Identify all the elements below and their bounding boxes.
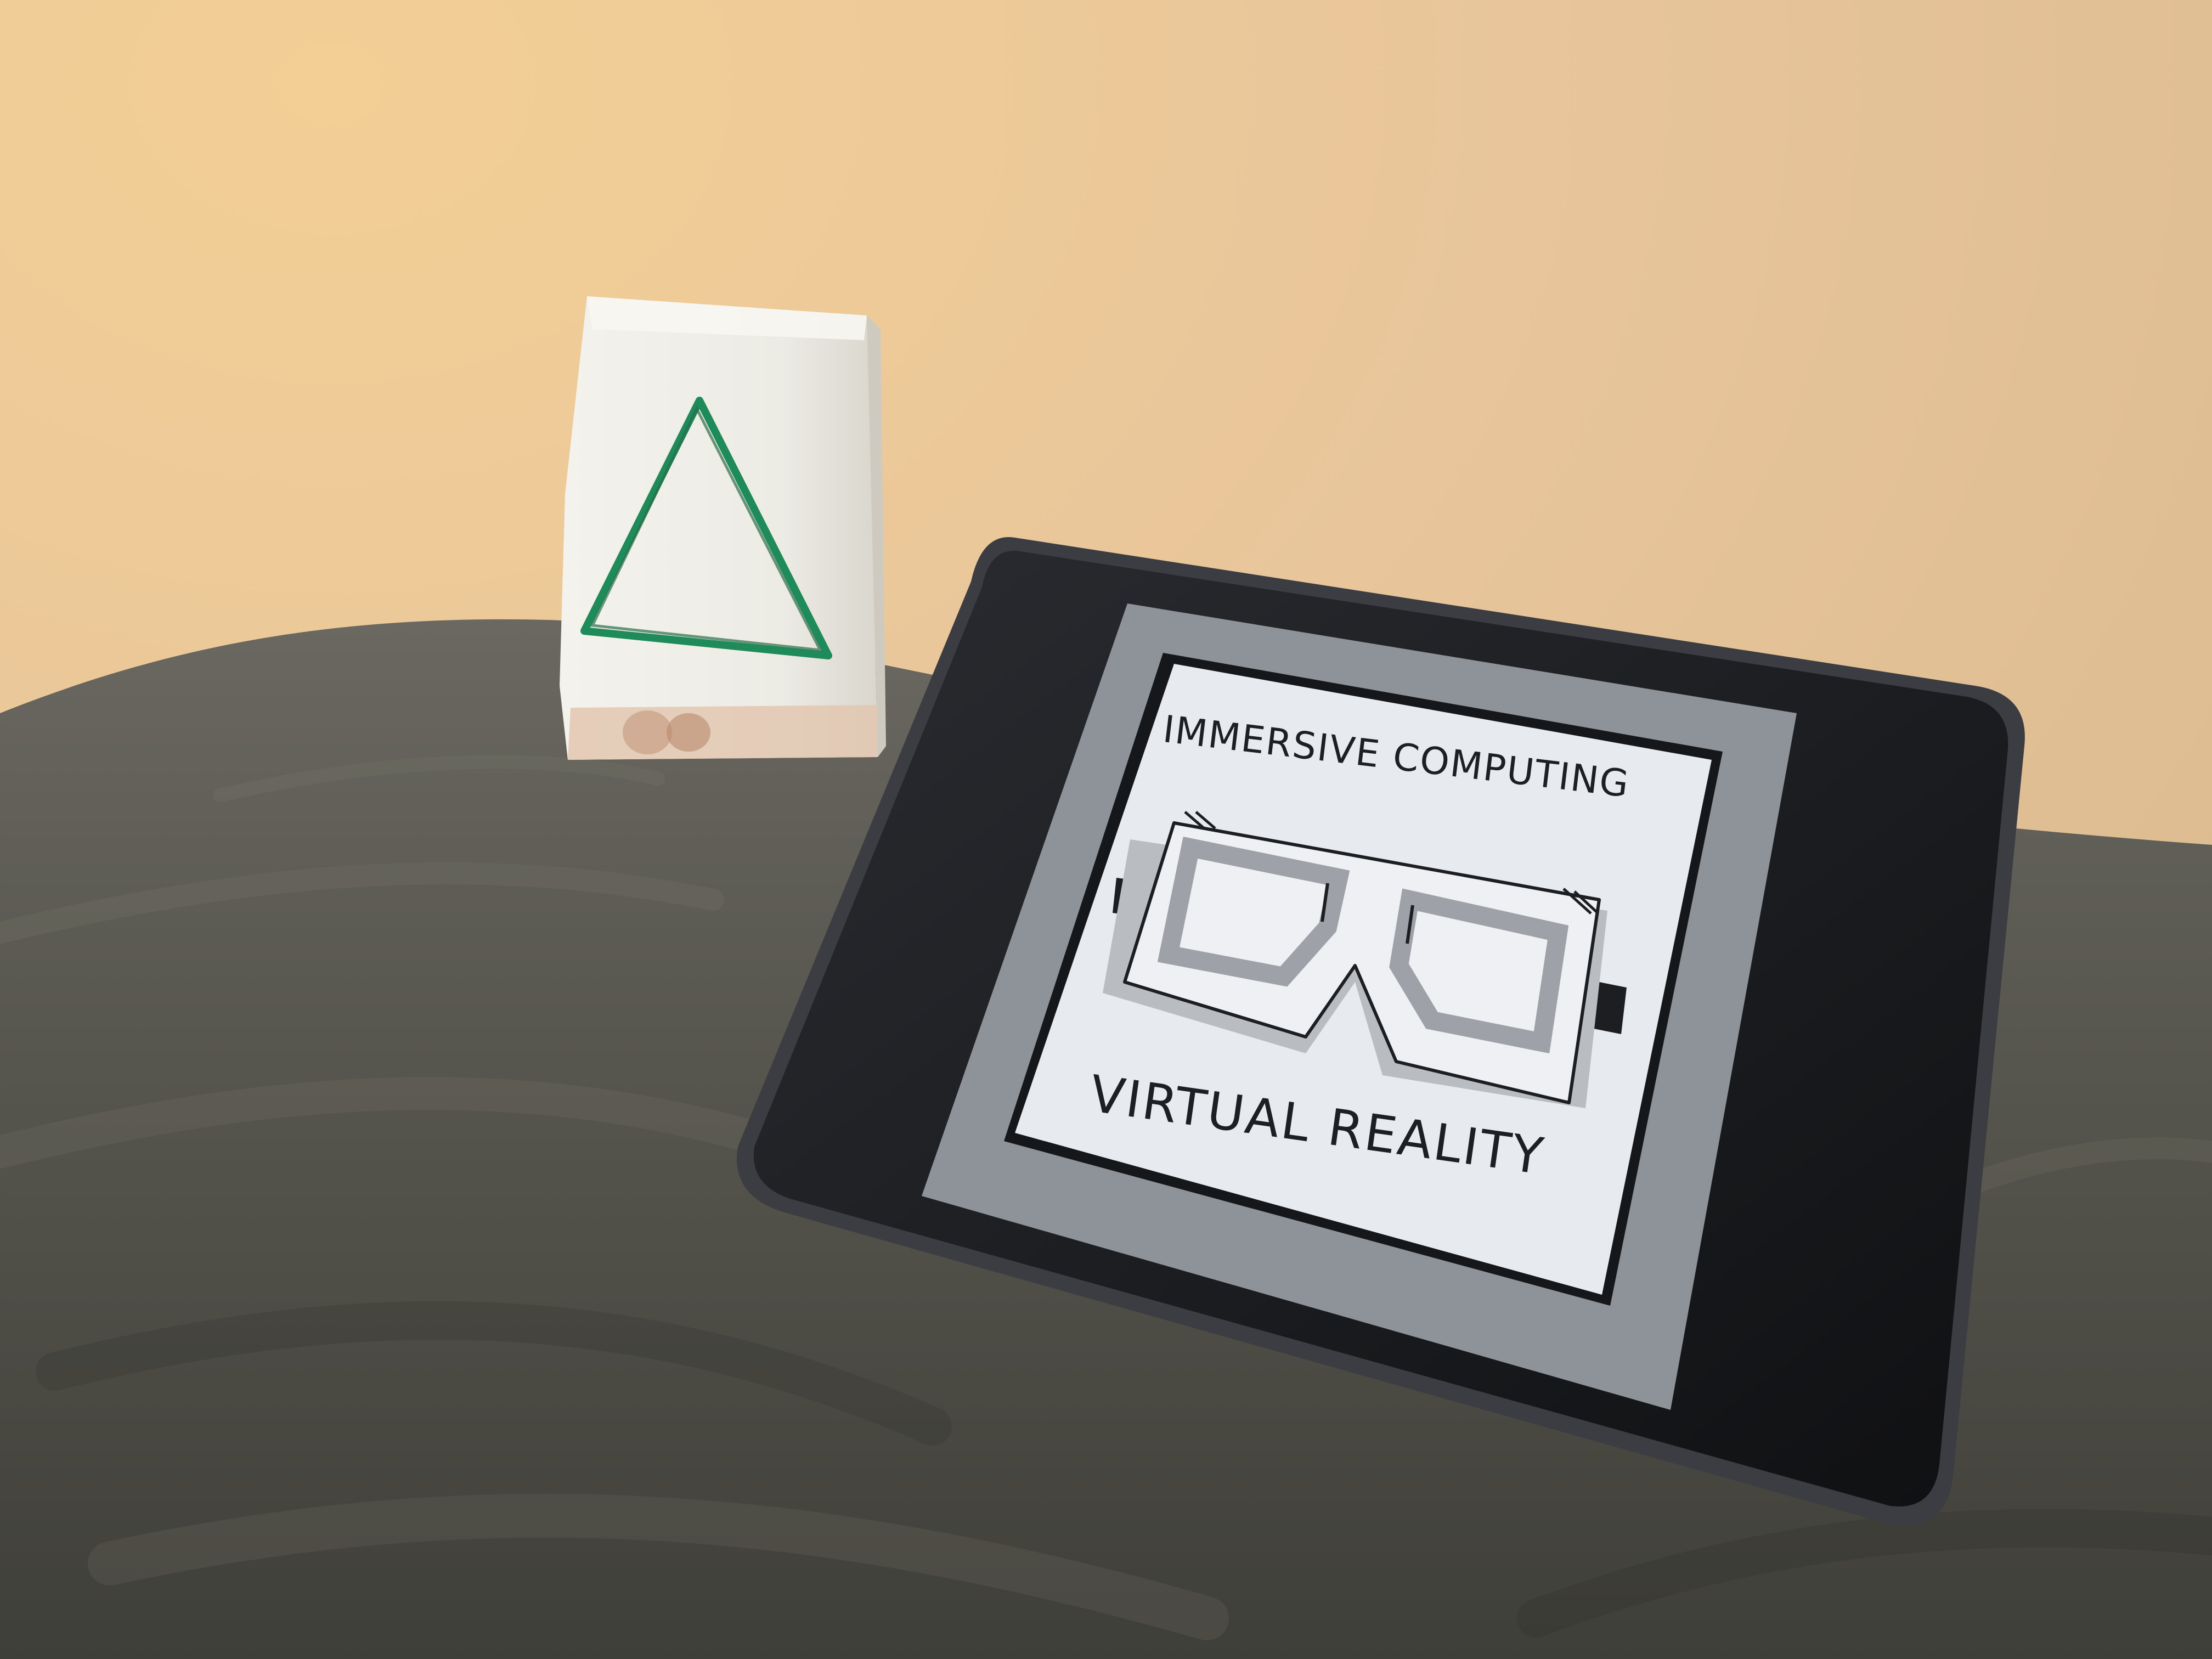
photo-scene <box>0 0 2212 1659</box>
paper-box <box>560 296 886 760</box>
